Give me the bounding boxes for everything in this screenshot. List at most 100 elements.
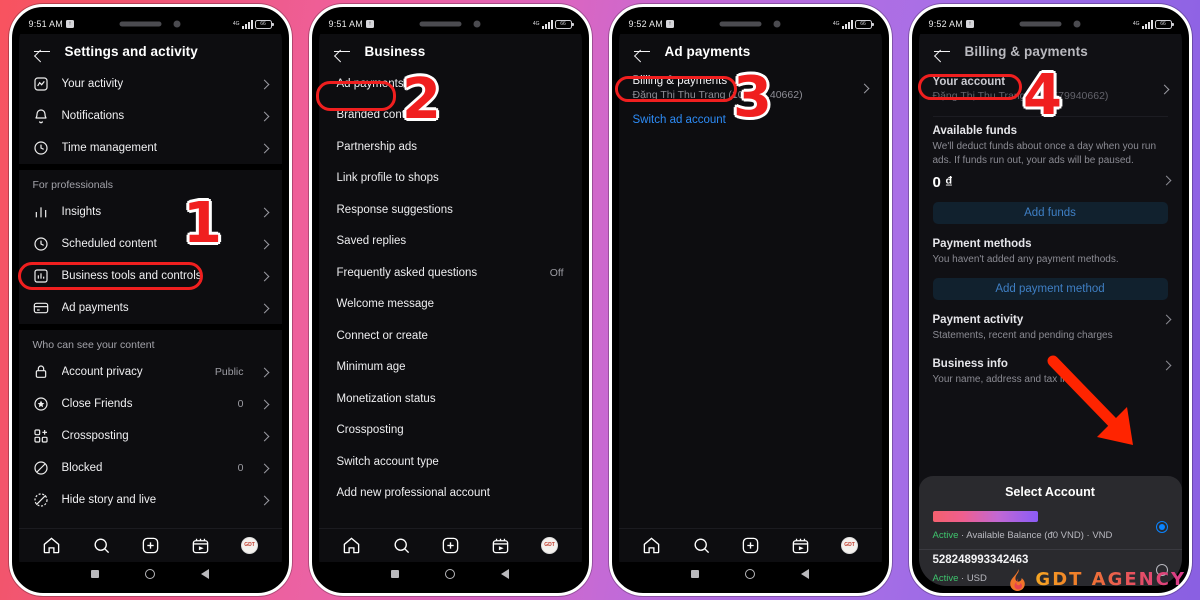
phone-screen-1: 9:51 AM ↑ 4G 66 Settings and activity Yo… [18, 14, 282, 586]
profile-avatar-icon[interactable]: GDT [241, 537, 259, 554]
reels-icon[interactable] [791, 536, 810, 555]
section-header-for-professionals: For professionals [32, 179, 114, 191]
home-circle-icon[interactable] [144, 569, 155, 579]
list-item-ad-payments[interactable]: Ad payments [319, 68, 582, 100]
search-icon[interactable] [392, 536, 411, 555]
app-header-1: Settings and activity [18, 34, 282, 68]
list-item-frequently-asked-questions[interactable]: Frequently asked questions Off [319, 257, 582, 289]
list-item-label: Crossposting [336, 424, 404, 437]
profile-avatar-icon[interactable]: GDT [541, 537, 559, 554]
sidebar-item-label: Account privacy [61, 366, 143, 378]
sidebar-item-business-tools-and-controls[interactable]: Business tools and controls [19, 260, 282, 292]
payment-methods-title: Payment methods [932, 238, 1032, 250]
account-meta-2: Active · USD [933, 573, 987, 584]
back-triangle-icon[interactable] [800, 569, 809, 579]
back-arrow-icon[interactable] [633, 42, 651, 60]
reels-icon[interactable] [491, 536, 510, 555]
add-payment-method-button[interactable]: Add payment method [932, 277, 1168, 300]
network-type-label-4: 4G [1132, 20, 1140, 27]
home-icon[interactable] [42, 536, 61, 555]
search-icon[interactable] [92, 536, 111, 555]
recents-square-icon[interactable] [691, 570, 700, 578]
sidebar-item-notifications[interactable]: Notifications [19, 100, 282, 132]
sidebar-item-label: Ad payments [61, 302, 129, 314]
select-account-option-2[interactable]: 528248993342463 Active · USD [919, 550, 1182, 586]
chevron-right-icon [259, 143, 269, 153]
list-item-link-profile-to-shops[interactable]: Link profile to shops [319, 163, 582, 195]
profile-avatar-icon[interactable]: GDT [841, 537, 859, 554]
list-item-add-new-professional-account[interactable]: Add new professional account [319, 478, 582, 510]
list-item-label: Welcome message [336, 298, 435, 311]
select-account-option-1[interactable]: Active · Available Balance (đ0 VND) · VN… [918, 507, 1182, 550]
home-icon[interactable] [342, 536, 361, 555]
hide-story-icon [33, 492, 49, 508]
sidebar-item-your-activity[interactable]: Your activity [19, 68, 282, 100]
payment-methods-section: Payment methods You haven't added any pa… [919, 224, 1182, 271]
list-item-branded-content[interactable]: Branded content [319, 100, 582, 132]
create-plus-icon[interactable] [741, 536, 760, 555]
home-icon[interactable] [642, 536, 661, 555]
list-item-saved-replies[interactable]: Saved replies [319, 226, 582, 258]
list-item-connect-or-create[interactable]: Connect or create [319, 320, 582, 352]
sidebar-item-hide-story-and-live[interactable]: Hide story and live [19, 484, 282, 516]
home-circle-icon[interactable] [444, 569, 455, 579]
list-item-minimum-age[interactable]: Minimum age [319, 352, 582, 384]
sidebar-item-crossposting[interactable]: Crossposting [19, 420, 282, 452]
chevron-right-icon [259, 79, 269, 89]
recents-square-icon[interactable] [391, 570, 400, 578]
battery-icon-3: 66 [854, 19, 874, 29]
list-item-response-suggestions[interactable]: Response suggestions [319, 194, 582, 226]
back-triangle-icon[interactable] [200, 569, 209, 579]
sidebar-item-value: Public [214, 366, 244, 378]
business-info-section[interactable]: Business info Your name, address and tax… [919, 346, 1182, 391]
list-item-label: Branded content [336, 109, 421, 122]
radio-button-selected[interactable] [1155, 521, 1168, 533]
network-type-label-2: 4G [532, 20, 540, 27]
list-item-crossposting[interactable]: Crossposting [319, 415, 582, 447]
list-item-partnership-ads[interactable]: Partnership ads [319, 131, 582, 163]
switch-ad-account-link[interactable]: Switch ad account [619, 108, 882, 132]
list-item-switch-account-type[interactable]: Switch account type [319, 446, 582, 478]
sidebar-item-scheduled-content[interactable]: Scheduled content [19, 228, 282, 260]
home-circle-icon[interactable] [744, 569, 755, 579]
back-triangle-icon[interactable] [500, 569, 509, 579]
recents-square-icon[interactable] [91, 570, 100, 578]
available-funds-title: Available funds [932, 125, 1018, 137]
status-notch-4 [1019, 20, 1081, 28]
chevron-right-icon [259, 399, 269, 409]
page-title-2: Business [364, 43, 426, 59]
sidebar-item-insights[interactable]: Insights [19, 196, 282, 228]
radio-button-unselected[interactable] [1155, 564, 1168, 576]
list-item-welcome-message[interactable]: Welcome message [319, 289, 582, 321]
your-account-row[interactable]: Your account Đặng Thị Thu Trang (10...57… [919, 68, 1182, 108]
back-arrow-icon[interactable] [333, 42, 351, 60]
back-arrow-icon[interactable] [933, 42, 951, 60]
business-info-title: Business info [932, 358, 1008, 370]
list-item-monetization-status[interactable]: Monetization status [319, 383, 582, 415]
available-funds-amount: 0 ₫ [932, 174, 953, 191]
phone-frame-2: 9:51 AM ↑ 4G 66 Business Ad payments Bra… [308, 4, 592, 596]
sidebar-item-close-friends[interactable]: Close Friends 0 [19, 388, 282, 420]
sidebar-item-time-management[interactable]: Time management [19, 132, 282, 164]
phone-screen-4: 9:52 AM ↑ 4G 66 Billing & payments Your … [918, 14, 1182, 586]
sidebar-item-label: Your activity [61, 78, 124, 90]
sidebar-item-account-privacy[interactable]: Account privacy Public [19, 356, 282, 388]
create-plus-icon[interactable] [441, 536, 460, 555]
status-time-2: 9:51 AM [328, 19, 363, 29]
reels-icon[interactable] [191, 536, 210, 555]
payment-activity-section[interactable]: Payment activity Statements, recent and … [919, 300, 1182, 347]
add-funds-button[interactable]: Add funds [932, 202, 1168, 224]
search-icon[interactable] [692, 536, 711, 555]
back-arrow-icon[interactable] [33, 42, 51, 60]
sidebar-item-ad-payments[interactable]: Ad payments [19, 292, 282, 324]
chevron-right-icon [259, 207, 269, 217]
create-plus-icon[interactable] [141, 536, 160, 555]
activity-chart-icon [33, 76, 49, 92]
sidebar-item-blocked[interactable]: Blocked 0 [19, 452, 282, 484]
list-item-label: Switch account type [336, 455, 439, 468]
status-upload-badge-icon: ↑ [65, 20, 74, 28]
status-bar-left-4: 9:52 AM ↑ [929, 19, 974, 29]
ad-payments-list: Billing & payments Đặng Thị Thu Trang (1… [618, 68, 882, 528]
phone-screen-3: 9:52 AM ↑ 4G 66 Ad payments Billing & pa… [618, 14, 882, 586]
list-item-billing-and-payments[interactable]: Billing & payments Đặng Thị Thu Trang (1… [619, 68, 882, 108]
